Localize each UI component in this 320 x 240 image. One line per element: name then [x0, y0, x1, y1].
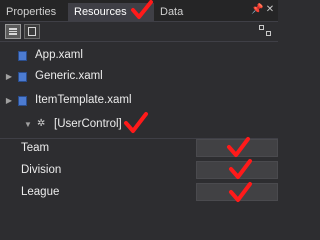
- collapse-arrow-icon[interactable]: ▼: [23, 114, 33, 135]
- property-value-field[interactable]: [196, 139, 278, 157]
- property-row-team: Team: [0, 138, 278, 159]
- tree-item-app-xaml[interactable]: App.xaml: [0, 45, 278, 66]
- create-resource-icon: [259, 25, 264, 30]
- expand-arrow-icon[interactable]: ▶: [4, 66, 14, 87]
- tree-item-generic-xaml[interactable]: ▶ Generic.xaml: [0, 66, 278, 87]
- file-icon: [18, 96, 27, 106]
- resources-toolbar: [0, 22, 278, 42]
- pin-icon[interactable]: 📌: [251, 4, 263, 16]
- tree-item-label: [UserControl]: [54, 118, 122, 130]
- property-label: Division: [21, 164, 62, 176]
- file-icon: [18, 51, 27, 61]
- usercontrol-icon: ✲: [37, 118, 46, 129]
- tab-properties[interactable]: Properties: [0, 3, 68, 22]
- tree-item-label: Generic.xaml: [35, 70, 103, 82]
- property-value-field[interactable]: [196, 183, 278, 201]
- property-label: Team: [21, 142, 50, 154]
- tree-item-usercontrol[interactable]: ▼ ✲ [UserControl]: [0, 114, 278, 135]
- file-icon: [18, 72, 27, 82]
- property-row-division: Division: [0, 160, 278, 181]
- create-resource-button[interactable]: [259, 25, 273, 38]
- list-icon: [9, 28, 17, 35]
- expand-arrow-icon[interactable]: ▶: [4, 90, 14, 111]
- tab-data[interactable]: Data: [154, 3, 194, 22]
- panel-tab-bar: Properties Resources Data 📌 ✕: [0, 0, 278, 22]
- tab-resources[interactable]: Resources: [68, 3, 154, 22]
- list-view-button[interactable]: [5, 24, 21, 39]
- close-icon[interactable]: ✕: [265, 4, 275, 16]
- property-value-field[interactable]: [196, 161, 278, 179]
- document-icon: [28, 27, 36, 36]
- document-view-button[interactable]: [24, 24, 40, 39]
- property-row-league: League: [0, 182, 278, 203]
- tree-item-label: ItemTemplate.xaml: [35, 94, 132, 106]
- tree-item-itemtemplate-xaml[interactable]: ▶ ItemTemplate.xaml: [0, 90, 278, 111]
- tree-item-label: App.xaml: [35, 49, 83, 61]
- property-label: League: [21, 186, 60, 198]
